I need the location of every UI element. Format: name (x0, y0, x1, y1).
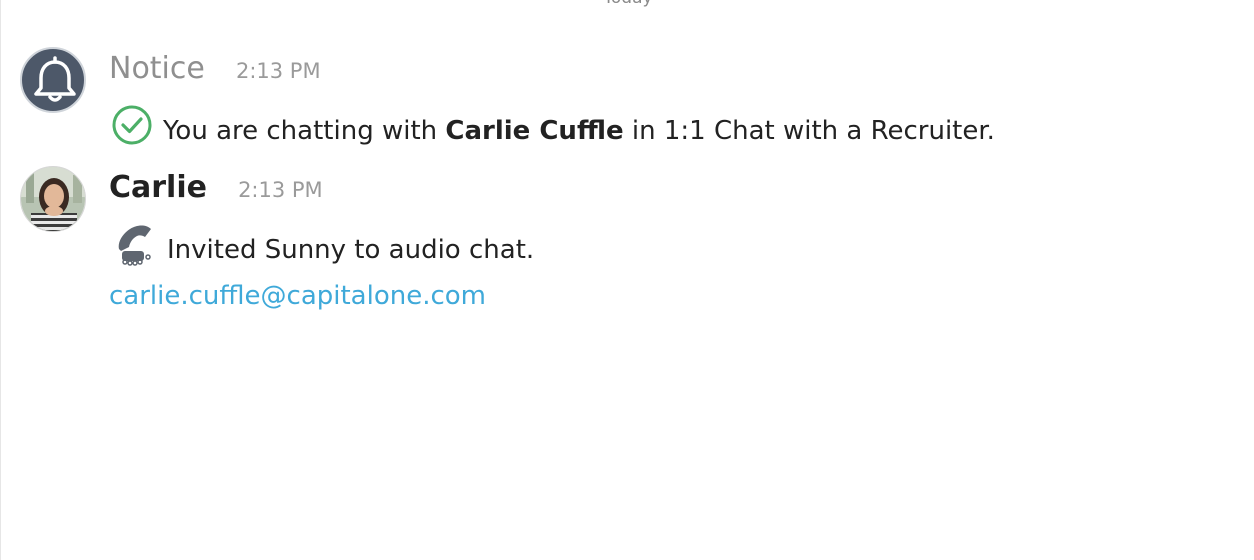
sender-name: Carlie (109, 170, 207, 205)
chat-transcript-panel: Today Notice 2:13 PM You are chatting wi… (0, 0, 1254, 560)
recruiter-name: Carlie Cuffle (445, 116, 624, 146)
user-photo (21, 167, 85, 231)
avatar[interactable] (20, 166, 86, 232)
notice-header: Notice 2:13 PM (109, 51, 321, 91)
email-line: carlie.cuffle@capitalone.com (109, 281, 486, 311)
notice-text: You are chatting with Carlie Cuffle in 1… (111, 104, 995, 156)
telephone-icon (111, 221, 157, 274)
message-timestamp: 2:13 PM (238, 178, 323, 202)
check-circle-icon (111, 104, 153, 153)
email-link[interactable]: carlie.cuffle@capitalone.com (109, 281, 486, 311)
bell-icon (34, 56, 76, 102)
notice-text-before: You are chatting with (163, 116, 438, 146)
audio-invite-message: Invited Sunny to audio chat. (167, 235, 535, 265)
date-divider: Today (1, 0, 1254, 8)
notice-avatar (20, 47, 86, 113)
sender-name: Notice (109, 51, 205, 86)
notice-text-after: in 1:1 Chat with a Recruiter. (631, 116, 995, 146)
audio-invite-text: Invited Sunny to audio chat. (111, 224, 534, 277)
carlie-header: Carlie 2:13 PM (109, 170, 323, 210)
message-timestamp: 2:13 PM (235, 59, 321, 83)
